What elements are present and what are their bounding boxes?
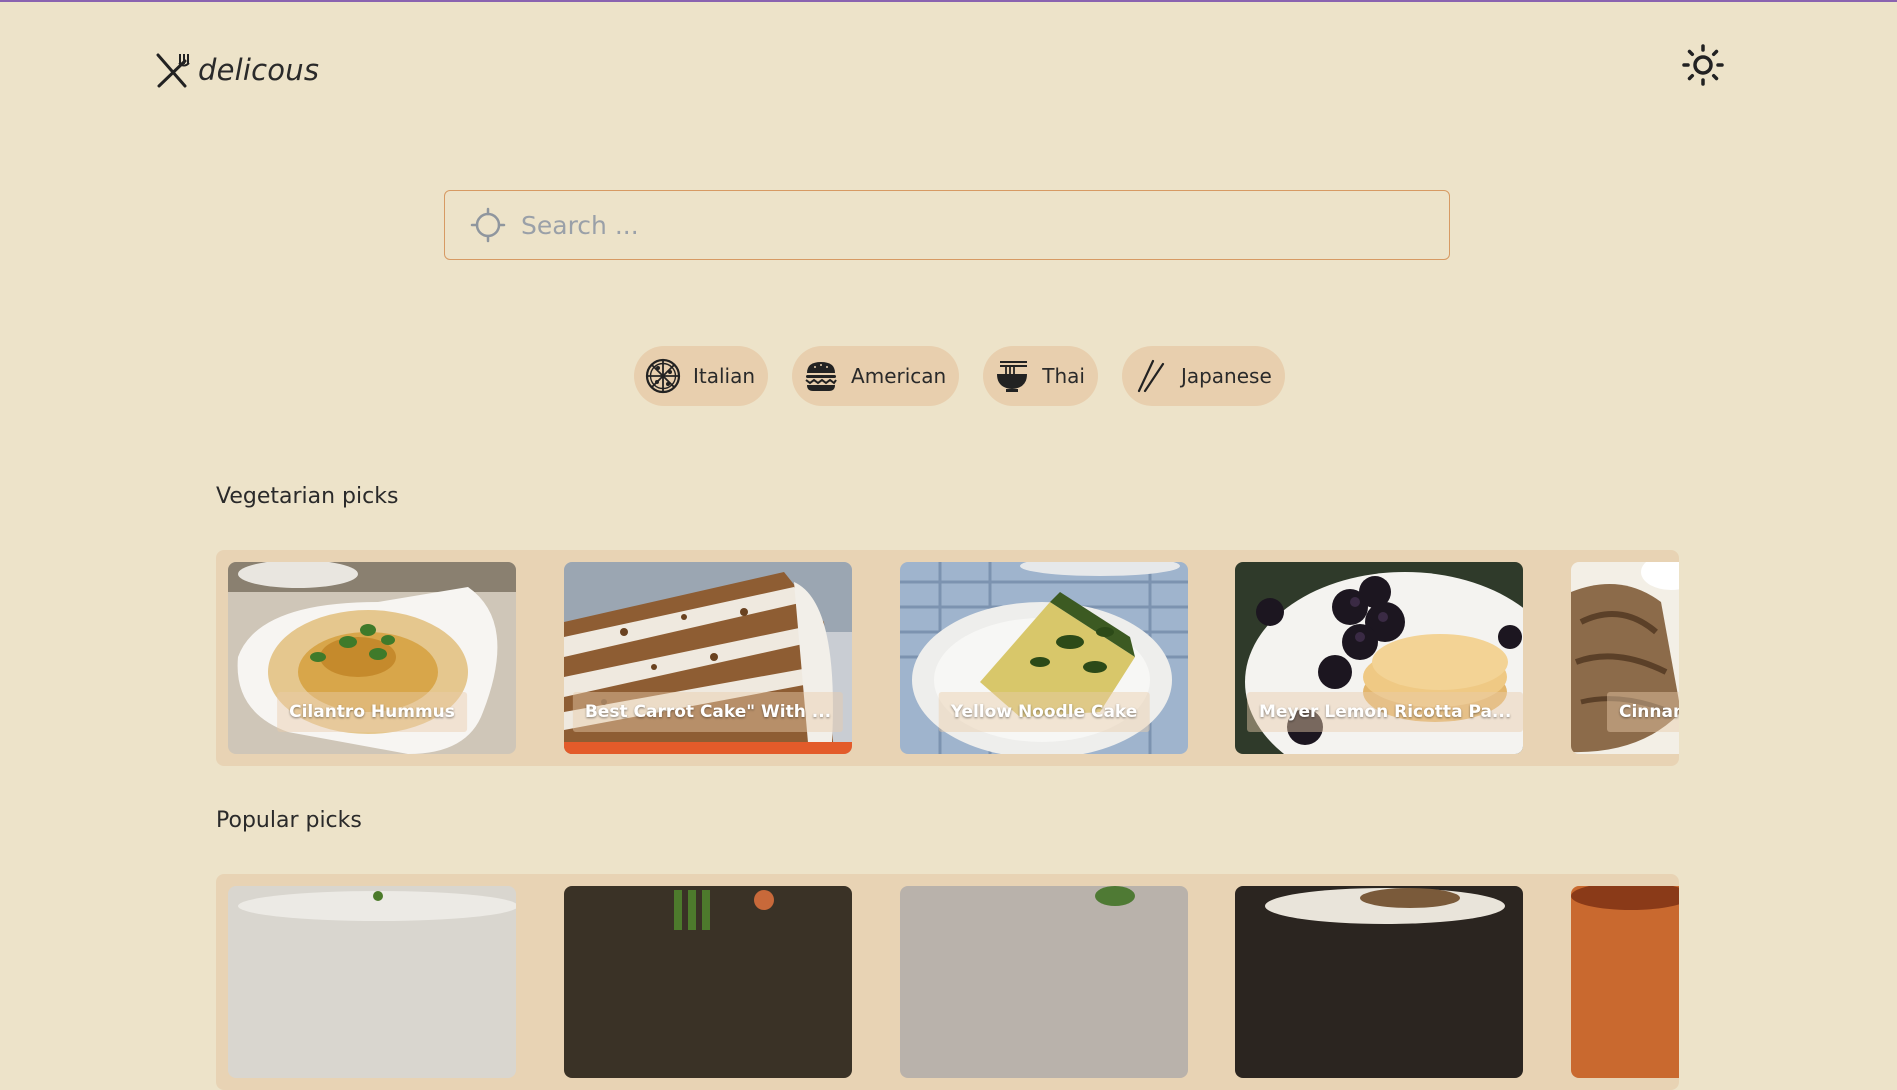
cuisine-chip-thai[interactable]: Thai (983, 346, 1098, 406)
recipe-card[interactable]: Cilantro Hummus (228, 562, 516, 754)
recipe-card[interactable]: Meyer Lemon Ricotta Pa... (1235, 562, 1523, 754)
logo[interactable]: delicous (154, 50, 319, 90)
recipe-card-title: Cinnamo (1607, 692, 1679, 732)
popular-section-title: Popular picks (216, 808, 362, 833)
sun-icon (1682, 44, 1724, 86)
cuisine-chip-italian[interactable]: Italian (634, 346, 769, 406)
theme-toggle-button[interactable] (1680, 42, 1726, 88)
search-bar[interactable] (444, 190, 1450, 260)
recipe-card[interactable]: Yellow Noodle Cake (900, 562, 1188, 754)
chopsticks-icon (1133, 358, 1169, 394)
recipe-card[interactable] (1571, 886, 1679, 1078)
vegetarian-section-title: Vegetarian picks (216, 484, 399, 509)
recipe-card-title: Best Carrot Cake" With ... (572, 692, 844, 732)
cuisine-chip-label: Japanese (1180, 364, 1272, 388)
recipe-card[interactable] (1235, 886, 1523, 1078)
cuisine-chip-label: Thai (1042, 364, 1085, 388)
cuisine-chip-american[interactable]: American (792, 346, 960, 406)
crosshair-icon (469, 206, 507, 244)
recipe-card[interactable] (900, 886, 1188, 1078)
recipe-image (1571, 886, 1679, 1078)
recipe-card-title: Cilantro Hummus (277, 692, 467, 732)
utensils-crossed-icon (154, 51, 190, 89)
cuisine-chip-japanese[interactable]: Japanese (1121, 346, 1285, 406)
popular-carousel[interactable] (216, 874, 1679, 1090)
top-accent-line (0, 0, 1897, 2)
vegetarian-carousel[interactable]: Cilantro Hummus Best Carrot Cake" With .… (216, 550, 1679, 766)
recipe-image (564, 886, 852, 1078)
recipe-card[interactable] (228, 886, 516, 1078)
recipe-card[interactable]: Cinnamo (1571, 562, 1679, 754)
cuisine-filter-list: Italian American Thai Japanese (634, 346, 1285, 406)
pizza-icon (645, 358, 681, 394)
recipe-card[interactable]: Best Carrot Cake" With ... (564, 562, 852, 754)
recipe-card[interactable] (564, 886, 852, 1078)
burger-icon (803, 358, 839, 394)
cuisine-chip-label: American (851, 364, 947, 388)
cuisine-chip-label: Italian (693, 364, 756, 388)
noodle-bowl-icon (994, 358, 1030, 394)
recipe-card-title: Yellow Noodle Cake (938, 692, 1150, 732)
recipe-image (228, 886, 516, 1078)
logo-text: delicous (198, 53, 320, 87)
recipe-card-title: Meyer Lemon Ricotta Pa... (1247, 692, 1523, 732)
search-input[interactable] (519, 209, 1423, 241)
recipe-image (1235, 886, 1523, 1078)
recipe-image (900, 886, 1188, 1078)
